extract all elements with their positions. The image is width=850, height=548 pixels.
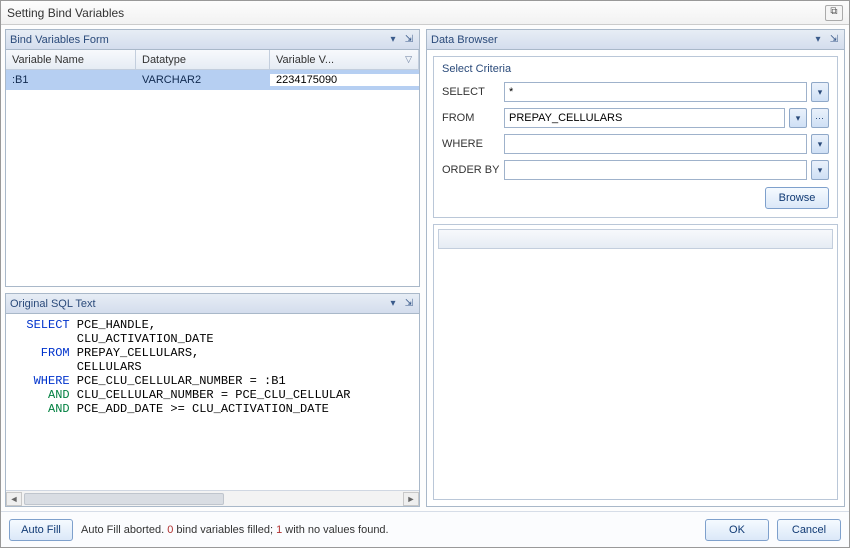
dialog-body: Bind Variables Form ▾ ⇲ Variable Name Da… [1, 25, 849, 511]
sql-frag: PCE_ADD_DATE >= CLU_ACTIVATION_DATE [70, 402, 329, 416]
sql-frag: PREPAY_CELLULARS, [70, 346, 200, 360]
panel-header: Bind Variables Form ▾ ⇲ [6, 30, 419, 50]
scroll-track[interactable] [22, 492, 403, 506]
original-sql-panel: Original SQL Text ▾ ⇲ SELECT PCE_HANDLE,… [5, 293, 420, 507]
criteria-row-from: FROM ▾ ⋯ [442, 105, 829, 131]
col-header-datatype[interactable]: Datatype [136, 50, 270, 69]
sql-frag: PCE_HANDLE, [70, 318, 156, 332]
panel-pin-icon[interactable]: ⇲ [403, 34, 415, 46]
horizontal-scrollbar[interactable]: ◄ ► [6, 490, 419, 506]
results-header [438, 229, 833, 249]
left-column: Bind Variables Form ▾ ⇲ Variable Name Da… [5, 29, 420, 507]
scroll-thumb[interactable] [24, 493, 224, 505]
cell-value[interactable]: 2234175090 [270, 74, 419, 86]
close-icon[interactable]: ⧉ [825, 5, 843, 21]
col-header-variable-name[interactable]: Variable Name [6, 50, 136, 69]
criteria-row-orderby: ORDER BY ▾ [442, 157, 829, 183]
panel-pin-icon[interactable]: ⇲ [403, 298, 415, 310]
label-orderby: ORDER BY [442, 164, 500, 176]
right-column: Data Browser ▾ ⇲ Select Criteria SELECT … [426, 29, 845, 507]
label-select: SELECT [442, 86, 500, 98]
kw-and: AND [12, 388, 70, 402]
titlebar: Setting Bind Variables ⧉ [1, 1, 849, 25]
col-header-value[interactable]: Variable V... ▽ [270, 50, 419, 69]
label-where: WHERE [442, 138, 500, 150]
dialog-footer: Auto Fill Auto Fill aborted. 0 bind vari… [1, 511, 849, 547]
data-browser-body: Select Criteria SELECT ▾ FROM ▾ ⋯ [427, 50, 844, 506]
status-mid: bind variables filled; [173, 524, 276, 536]
panel-pin-icon[interactable]: ⇲ [828, 34, 840, 46]
orderby-input[interactable] [504, 160, 807, 180]
browse-row: Browse [442, 187, 829, 209]
browse-from-icon[interactable]: ⋯ [811, 108, 829, 128]
dialog-window: Setting Bind Variables ⧉ Bind Variables … [0, 0, 850, 548]
kw-select: SELECT [12, 318, 70, 332]
status-text: Auto Fill aborted. 0 bind variables fill… [81, 524, 389, 536]
select-input[interactable] [504, 82, 807, 102]
dropdown-icon[interactable]: ▾ [789, 108, 807, 128]
select-criteria-group: Select Criteria SELECT ▾ FROM ▾ ⋯ [433, 56, 838, 218]
criteria-row-select: SELECT ▾ [442, 79, 829, 105]
panel-title: Original SQL Text [10, 298, 383, 310]
sql-frag: PCE_CLU_CELLULAR_NUMBER = :B1 [70, 374, 286, 388]
cancel-button[interactable]: Cancel [777, 519, 841, 541]
sql-frag: CLU_ACTIVATION_DATE [12, 332, 214, 346]
label-from: FROM [442, 112, 500, 124]
col-header-value-label: Variable V... [276, 54, 334, 66]
sql-frag: CELLULARS [12, 360, 142, 374]
browse-button[interactable]: Browse [765, 187, 829, 209]
data-browser-panel: Data Browser ▾ ⇲ Select Criteria SELECT … [426, 29, 845, 507]
criteria-row-where: WHERE ▾ [442, 131, 829, 157]
kw-where: WHERE [12, 374, 70, 388]
scroll-left-icon[interactable]: ◄ [6, 492, 22, 506]
auto-fill-button[interactable]: Auto Fill [9, 519, 73, 541]
table-row[interactable]: :B1 VARCHAR2 2234175090 [6, 70, 419, 90]
status-suffix: with no values found. [282, 524, 388, 536]
dialog-title: Setting Bind Variables [7, 6, 124, 20]
criteria-title: Select Criteria [442, 63, 829, 75]
kw-from: FROM [12, 346, 70, 360]
panel-header: Data Browser ▾ ⇲ [427, 30, 844, 50]
cell-variable-name: :B1 [6, 74, 136, 86]
panel-title: Data Browser [431, 34, 808, 46]
ok-button[interactable]: OK [705, 519, 769, 541]
grid-header: Variable Name Datatype Variable V... ▽ [6, 50, 419, 70]
scroll-right-icon[interactable]: ► [403, 492, 419, 506]
status-prefix: Auto Fill aborted. [81, 524, 167, 536]
dropdown-icon[interactable]: ▾ [811, 160, 829, 180]
panel-menu-icon[interactable]: ▾ [812, 34, 824, 46]
dropdown-icon[interactable]: ▾ [811, 82, 829, 102]
sql-text[interactable]: SELECT PCE_HANDLE, CLU_ACTIVATION_DATE F… [6, 314, 419, 490]
results-area [433, 224, 838, 500]
kw-and: AND [12, 402, 70, 416]
panel-menu-icon[interactable]: ▾ [387, 34, 399, 46]
cell-datatype: VARCHAR2 [136, 74, 270, 86]
panel-menu-icon[interactable]: ▾ [387, 298, 399, 310]
panel-header: Original SQL Text ▾ ⇲ [6, 294, 419, 314]
sql-frag: CLU_CELLULAR_NUMBER = PCE_CLU_CELLULAR [70, 388, 351, 402]
from-input[interactable] [504, 108, 785, 128]
where-input[interactable] [504, 134, 807, 154]
dropdown-icon[interactable]: ▾ [811, 134, 829, 154]
sort-desc-icon: ▽ [405, 54, 412, 65]
bind-variables-panel: Bind Variables Form ▾ ⇲ Variable Name Da… [5, 29, 420, 287]
panel-title: Bind Variables Form [10, 34, 383, 46]
grid: Variable Name Datatype Variable V... ▽ :… [6, 50, 419, 286]
